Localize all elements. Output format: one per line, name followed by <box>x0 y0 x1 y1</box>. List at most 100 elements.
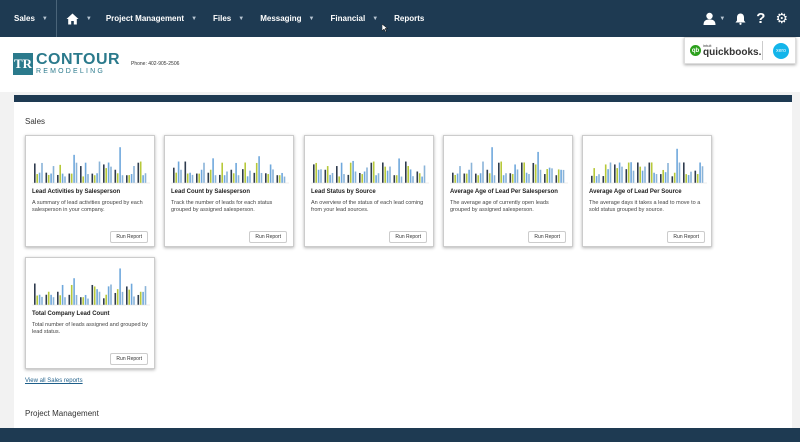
run-report-button[interactable]: Run Report <box>110 353 148 365</box>
thumbnail-bar <box>96 289 98 305</box>
thumbnail-bar <box>699 162 701 183</box>
thumbnail-bar <box>639 166 641 183</box>
thumbnail-bar <box>560 169 562 183</box>
thumbnail-bar <box>223 175 226 183</box>
thumbnail-bar <box>468 169 470 183</box>
thumbnail-bar <box>694 170 697 183</box>
xero-link[interactable]: xero <box>773 42 789 59</box>
nav-financial[interactable]: Financial ▼ <box>323 0 387 37</box>
thumbnail-bar <box>514 164 516 183</box>
thumbnail-bar <box>80 297 82 305</box>
run-report-button[interactable]: Run Report <box>667 231 705 243</box>
thumbnail-bar <box>133 296 135 305</box>
thumbnail-bar <box>627 162 630 183</box>
thumbnail-bar <box>103 164 105 183</box>
bottom-bar <box>0 428 800 442</box>
thumbnail-bar <box>407 166 409 183</box>
thumbnail-bar <box>463 173 466 183</box>
thumbnail-bar <box>116 289 119 305</box>
thumbnail-bar <box>126 175 128 183</box>
thumbnail-bar <box>650 162 653 183</box>
nav-project-management[interactable]: Project Management ▼ <box>98 0 205 37</box>
report-card-title: Average Age of Lead Per Salesperson <box>450 189 558 195</box>
thumbnail-bar <box>644 166 646 183</box>
thumbnail-bar <box>465 173 468 183</box>
thumbnail-bar <box>470 162 473 183</box>
thumbnail-bar <box>221 162 223 183</box>
thumbnail-bar <box>130 283 133 305</box>
thumbnail-bar <box>70 173 73 183</box>
nav-files[interactable]: Files ▼ <box>205 0 252 37</box>
thumbnail-bar <box>614 164 616 183</box>
thumbnail-bar <box>200 169 203 183</box>
thumbnail-bar <box>68 173 71 183</box>
thumbnail-bar <box>409 169 412 183</box>
thumbnail-bar <box>207 172 210 183</box>
nav-sales-label: Sales <box>14 14 35 23</box>
thumbnail-bar <box>98 161 101 183</box>
report-card[interactable]: Total Company Lead Count Total number of … <box>25 257 155 369</box>
thumbnail-bar <box>59 164 61 183</box>
thumbnail-bar <box>107 162 110 183</box>
thumbnail-bar <box>502 175 505 183</box>
sales-section-title: Sales <box>25 117 46 126</box>
thumbnail-bar <box>676 148 678 183</box>
thumbnail-bar <box>114 169 117 183</box>
thumbnail-bar <box>523 162 525 183</box>
view-all-sales-reports-link[interactable]: View all Sales reports <box>25 378 83 384</box>
thumbnail-bar <box>180 169 182 183</box>
gear-icon[interactable]: ⚙ <box>775 10 788 27</box>
thumbnail-bar <box>38 294 41 305</box>
nav-messaging[interactable]: Messaging ▼ <box>252 0 322 37</box>
report-card[interactable]: Average Age of Lead Per Salesperson The a… <box>443 135 573 247</box>
report-card[interactable]: Lead Status by Source An overview of the … <box>304 135 434 247</box>
thumbnail-bar <box>609 162 612 183</box>
thumbnail-bar <box>265 173 267 183</box>
help-icon[interactable]: ? <box>756 10 765 27</box>
report-card[interactable]: Lead Activities by Salesperson A summary … <box>25 135 155 247</box>
thumbnail-bar <box>246 176 249 183</box>
mouse-cursor-icon <box>382 24 388 32</box>
nav-home[interactable]: ▼ <box>57 0 98 37</box>
thumbnail-bar <box>621 166 623 183</box>
thumbnail-bar <box>618 162 621 183</box>
thumbnail-bar <box>338 176 340 183</box>
quickbooks-link[interactable]: qb intuit quickbooks. <box>685 41 763 60</box>
report-card[interactable]: Average Age of Lead Per Source The averag… <box>582 135 712 247</box>
chevron-down-icon: ▼ <box>372 15 379 22</box>
thumbnail-bar <box>269 164 272 183</box>
nav-files-label: Files <box>213 14 232 23</box>
run-report-button[interactable]: Run Report <box>110 231 148 243</box>
thumbnail-bar <box>317 169 320 183</box>
run-report-button[interactable]: Run Report <box>249 231 287 243</box>
thumbnail-bar <box>50 294 52 305</box>
thumbnail-bar <box>336 166 338 183</box>
thumbnail-bar <box>45 172 48 183</box>
thumbnail-bar <box>359 172 361 183</box>
user-menu[interactable]: ▼ <box>703 12 725 25</box>
nav-reports[interactable]: Reports <box>386 0 432 37</box>
report-card[interactable]: Lead Count by Salesperson Track the numbe… <box>164 135 294 247</box>
nav-sales[interactable]: Sales ▼ <box>0 0 57 37</box>
thumbnail-bar <box>52 297 55 305</box>
thumbnail-bar <box>175 172 177 183</box>
thumbnail-bar <box>75 294 78 305</box>
thumbnail-bar <box>137 294 140 305</box>
thumbnail-bar <box>475 173 477 183</box>
thumbnail-bar <box>593 168 595 183</box>
thumbnail-bar <box>47 291 50 305</box>
thumbnail-bar <box>667 163 669 183</box>
thumbnail-bar <box>375 175 377 183</box>
thumbnail-bar <box>500 161 502 183</box>
thumbnail-bar <box>80 166 82 183</box>
run-report-button[interactable]: Run Report <box>389 231 427 243</box>
thumbnail-bar <box>59 295 61 305</box>
thumbnail-bar <box>696 174 699 183</box>
bell-icon[interactable] <box>735 13 746 25</box>
thumbnail-bar <box>343 174 345 183</box>
thumbnail-bar <box>641 170 644 183</box>
report-card-title: Lead Activities by Salesperson <box>32 189 121 195</box>
thumbnail-bar <box>421 176 423 183</box>
run-report-button[interactable]: Run Report <box>528 231 566 243</box>
thumbnail-bar <box>128 175 130 183</box>
